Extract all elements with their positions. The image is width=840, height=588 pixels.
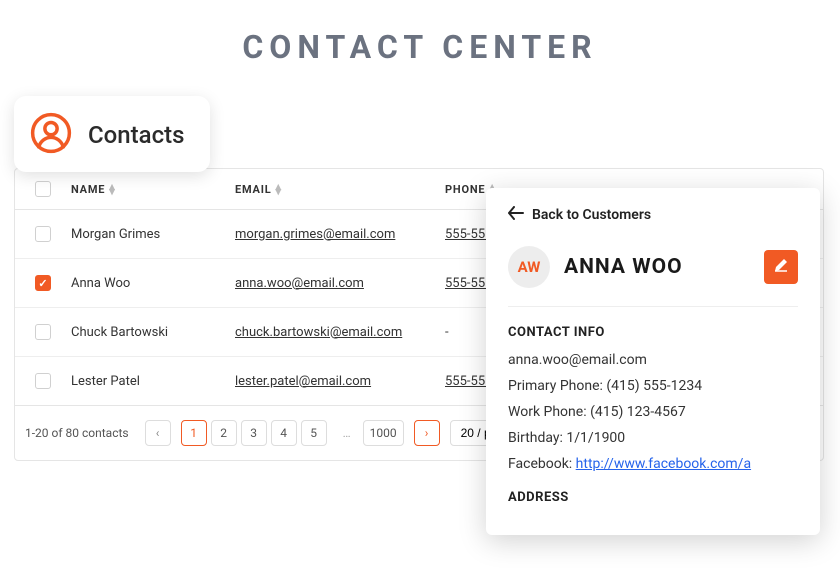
contact-facebook: Facebook: http://www.facebook.com/a — [508, 456, 798, 472]
cell-name: Anna Woo — [71, 276, 235, 291]
contact-info-heading: CONTACT INFO — [508, 325, 798, 340]
pagination-ellipsis: … — [341, 426, 353, 440]
pagination-page[interactable]: 3 — [241, 420, 267, 446]
divider — [508, 306, 798, 307]
edit-button[interactable] — [764, 250, 798, 284]
email-link[interactable]: anna.woo@email.com — [235, 276, 364, 291]
pencil-icon — [773, 257, 789, 277]
email-link[interactable]: morgan.grimes@email.com — [235, 227, 395, 242]
cell-name: Chuck Bartowski — [71, 325, 235, 340]
contacts-header-card: Contacts — [14, 96, 210, 172]
pagination-page[interactable]: 1 — [181, 420, 207, 446]
pagination-summary: 1-20 of 80 contacts — [25, 426, 129, 440]
contact-work-phone: Work Phone: (415) 123-4567 — [508, 404, 798, 420]
back-to-customers[interactable]: Back to Customers — [508, 206, 798, 224]
pagination-page[interactable]: 2 — [211, 420, 237, 446]
cell-name: Lester Patel — [71, 374, 235, 389]
row-checkbox[interactable] — [35, 373, 51, 389]
pagination-last[interactable]: 1000 — [363, 420, 404, 446]
cell-email: lester.patel@email.com — [235, 374, 445, 389]
pagination-prev[interactable]: ‹ — [145, 420, 171, 446]
row-checkbox[interactable] — [35, 275, 51, 291]
contacts-label: Contacts — [88, 121, 184, 149]
email-link[interactable]: lester.patel@email.com — [235, 374, 371, 389]
select-all-checkbox[interactable] — [35, 181, 51, 197]
facebook-link[interactable]: http://www.facebook.com/a — [576, 456, 751, 472]
address-heading: ADDRESS — [508, 490, 798, 505]
page-title: CONTACT CENTER — [0, 28, 840, 66]
contacts-icon — [30, 112, 72, 158]
back-label: Back to Customers — [532, 207, 651, 223]
row-checkbox[interactable] — [35, 226, 51, 242]
contact-detail-panel: Back to Customers AW ANNA WOO CONTACT IN… — [486, 188, 820, 535]
row-checkbox[interactable] — [35, 324, 51, 340]
contact-email: anna.woo@email.com — [508, 352, 798, 368]
pagination-page[interactable]: 5 — [301, 420, 327, 446]
column-header-email[interactable]: EMAIL▴▾ — [235, 183, 445, 196]
avatar: AW — [508, 246, 550, 288]
contact-birthday: Birthday: 1/1/1900 — [508, 430, 798, 446]
sort-icon: ▴▾ — [109, 184, 115, 195]
cell-name: Morgan Grimes — [71, 227, 235, 242]
email-link[interactable]: chuck.bartowski@email.com — [235, 325, 402, 340]
contact-name: ANNA WOO — [564, 255, 750, 279]
cell-email: anna.woo@email.com — [235, 276, 445, 291]
cell-email: morgan.grimes@email.com — [235, 227, 445, 242]
contact-primary-phone: Primary Phone: (415) 555-1234 — [508, 378, 798, 394]
cell-email: chuck.bartowski@email.com — [235, 325, 445, 340]
pagination-page[interactable]: 4 — [271, 420, 297, 446]
sort-icon: ▴▾ — [275, 184, 281, 195]
arrow-left-icon — [508, 206, 524, 224]
pagination-next[interactable]: › — [414, 420, 440, 446]
column-header-name[interactable]: NAME▴▾ — [71, 183, 235, 196]
